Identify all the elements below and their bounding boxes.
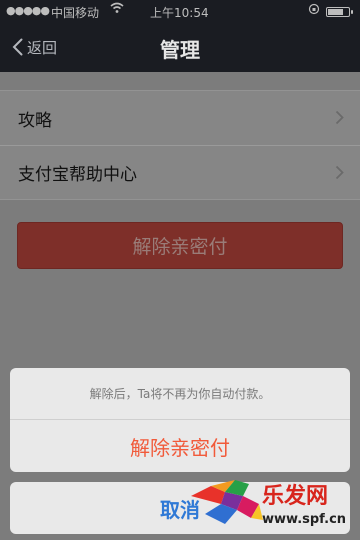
carrier-name: 中国移动 (51, 6, 100, 20)
battery-icon (326, 7, 353, 17)
wifi-icon (110, 2, 124, 18)
watermark-url: www.spf.cn (262, 512, 347, 527)
menu-item-label: 攻略 (18, 110, 52, 131)
signal-strength-icon: ●●●●● (6, 4, 50, 17)
action-sheet-message: 解除后，Ta将不再为你自动付款。 (10, 368, 350, 420)
menu-item-guide[interactable]: 攻略 (0, 91, 360, 145)
menu-item-help-center[interactable]: 支付宝帮助中心 (0, 145, 360, 199)
watermark-logo-icon (191, 480, 263, 524)
settings-menu: 攻略 支付宝帮助中心 (0, 90, 360, 200)
status-time: 上午10:54 (150, 6, 209, 20)
battery-level-fill (328, 9, 343, 15)
action-sheet: 解除后，Ta将不再为你自动付款。 解除亲密付 (10, 368, 350, 472)
unbind-intimate-pay-button[interactable]: 解除亲密付 (17, 222, 343, 269)
confirm-unbind-button[interactable]: 解除亲密付 (10, 420, 350, 472)
chevron-right-icon (335, 165, 344, 180)
page-title: 管理 (160, 38, 200, 62)
chevron-right-icon (335, 110, 344, 125)
rotation-lock-icon (308, 3, 320, 18)
menu-item-label: 支付宝帮助中心 (18, 165, 137, 185)
navigation-bar: 返回 管理 (0, 22, 360, 72)
top-bar: ●●●●● 中国移动 上午10:54 返回 管理 (0, 0, 360, 72)
status-bar: ●●●●● 中国移动 上午10:54 (0, 0, 360, 22)
watermark-brand: 乐发网 (262, 483, 329, 509)
